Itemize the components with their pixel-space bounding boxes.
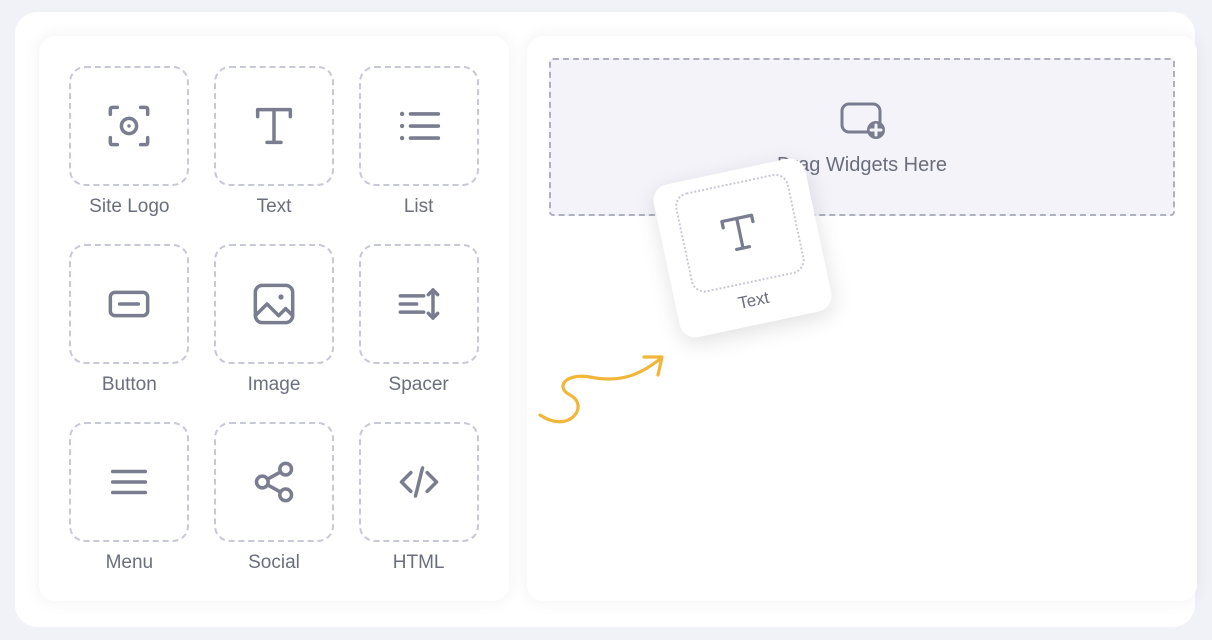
widget-button[interactable]: Button — [67, 244, 192, 396]
widget-html[interactable]: HTML — [356, 422, 481, 574]
dragging-widget-preview[interactable]: Text — [650, 156, 834, 341]
site-logo-icon — [101, 98, 157, 154]
text-icon — [246, 98, 302, 154]
drop-panel: Drag Widgets Here — [527, 36, 1197, 601]
widget-label: Text — [257, 196, 292, 218]
button-icon — [101, 276, 157, 332]
widget-label: Image — [248, 374, 301, 396]
widget-social[interactable]: Social — [212, 422, 337, 574]
spacer-icon — [391, 276, 447, 332]
list-icon — [390, 97, 448, 155]
drop-zone[interactable]: Drag Widgets Here — [549, 58, 1175, 216]
widget-label: Button — [102, 374, 157, 396]
widgets-panel: Site Logo Text — [39, 36, 509, 601]
widget-box — [69, 66, 189, 186]
widget-label: List — [404, 196, 434, 218]
widget-label: Social — [248, 552, 300, 574]
widget-label: Text — [736, 288, 771, 314]
page-canvas: Site Logo Text — [15, 12, 1195, 627]
widget-text[interactable]: Text — [212, 66, 337, 218]
widget-box — [214, 422, 334, 542]
share-icon — [246, 454, 302, 510]
widget-spacer[interactable]: Spacer — [356, 244, 481, 396]
widget-box — [359, 244, 479, 364]
widget-menu[interactable]: Menu — [67, 422, 192, 574]
widget-label: Site Logo — [89, 196, 169, 218]
widget-image[interactable]: Image — [212, 244, 337, 396]
widget-label: Spacer — [389, 374, 449, 396]
widget-box — [69, 422, 189, 542]
widget-label: HTML — [393, 552, 445, 574]
widget-site-logo[interactable]: Site Logo — [67, 66, 192, 218]
code-icon — [391, 454, 447, 510]
text-icon — [709, 202, 771, 264]
widget-box — [69, 244, 189, 364]
add-rect-icon — [834, 98, 890, 146]
widget-box — [359, 422, 479, 542]
widget-box — [672, 171, 807, 295]
image-icon — [246, 276, 302, 332]
widget-box — [359, 66, 479, 186]
widget-label: Menu — [106, 552, 154, 574]
widget-grid: Site Logo Text — [67, 66, 481, 574]
widget-box — [214, 244, 334, 364]
widget-box — [214, 66, 334, 186]
widget-list[interactable]: List — [356, 66, 481, 218]
menu-icon — [101, 454, 157, 510]
